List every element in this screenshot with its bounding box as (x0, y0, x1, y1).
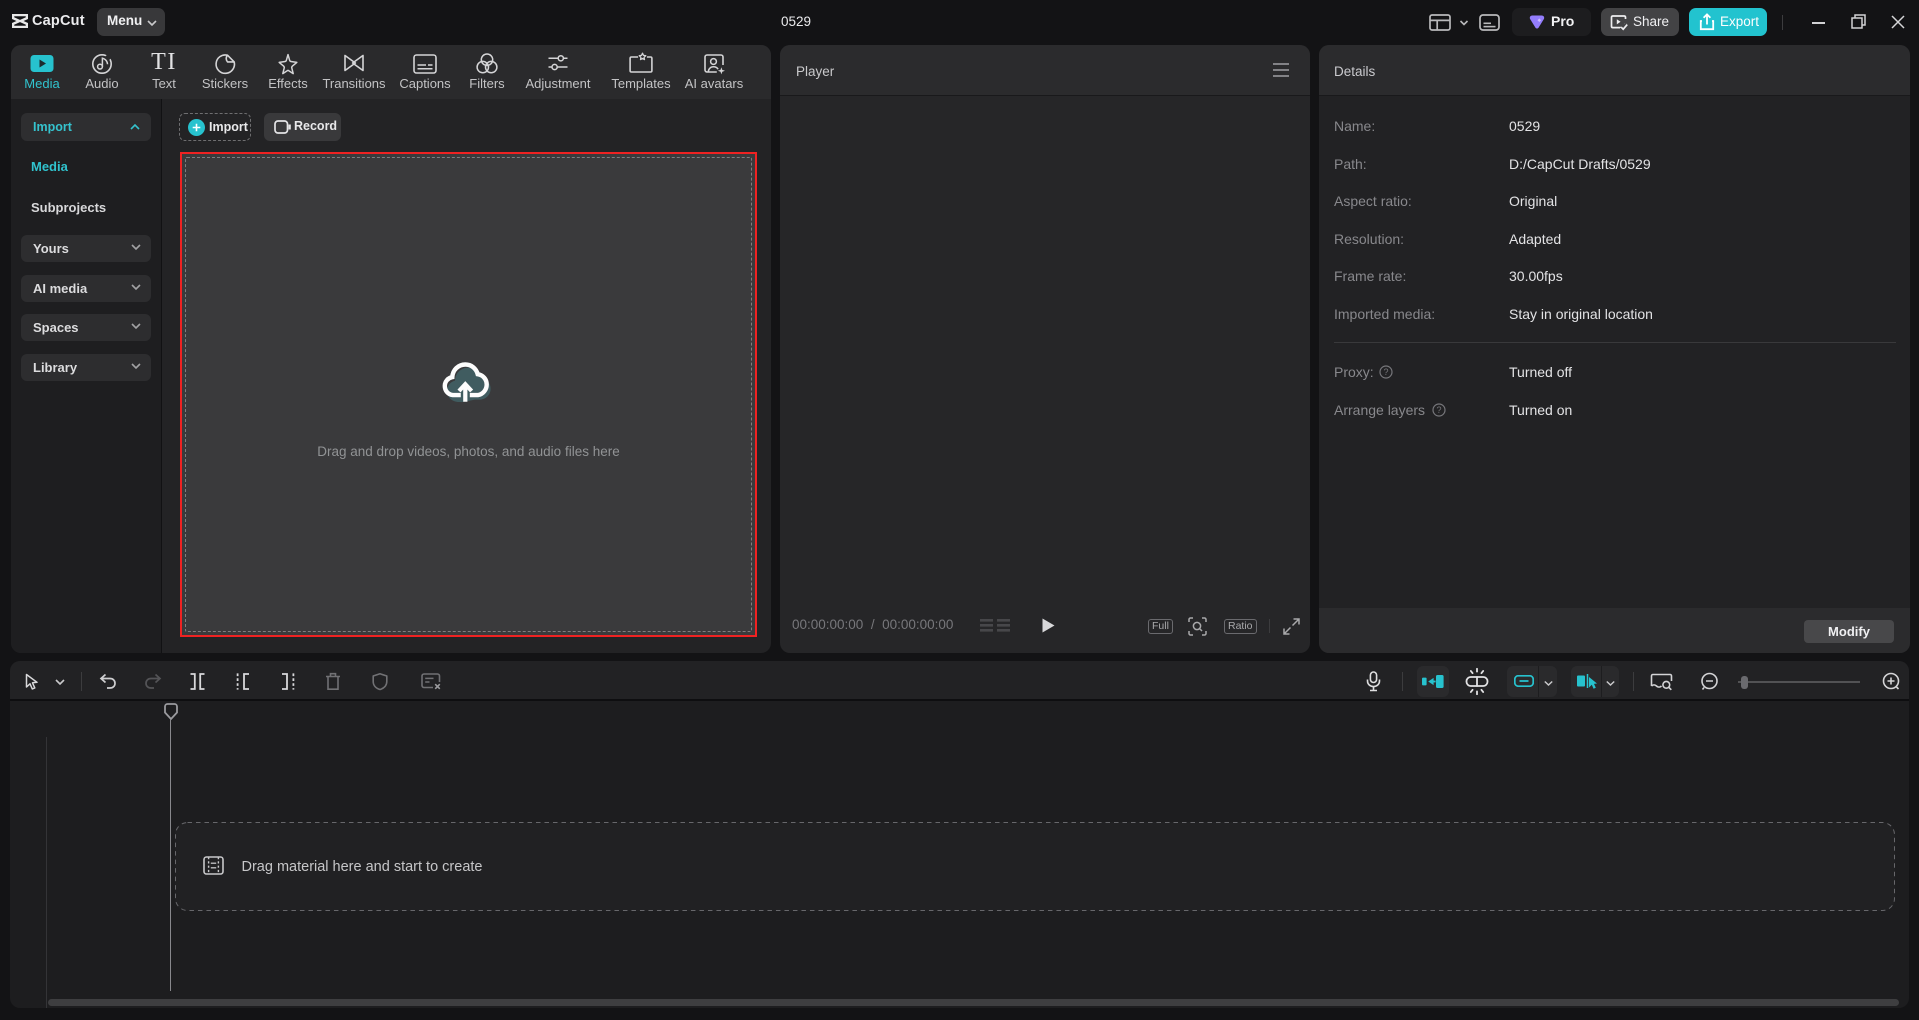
svg-text:?: ? (1383, 367, 1388, 377)
svg-text:?: ? (1436, 405, 1441, 415)
